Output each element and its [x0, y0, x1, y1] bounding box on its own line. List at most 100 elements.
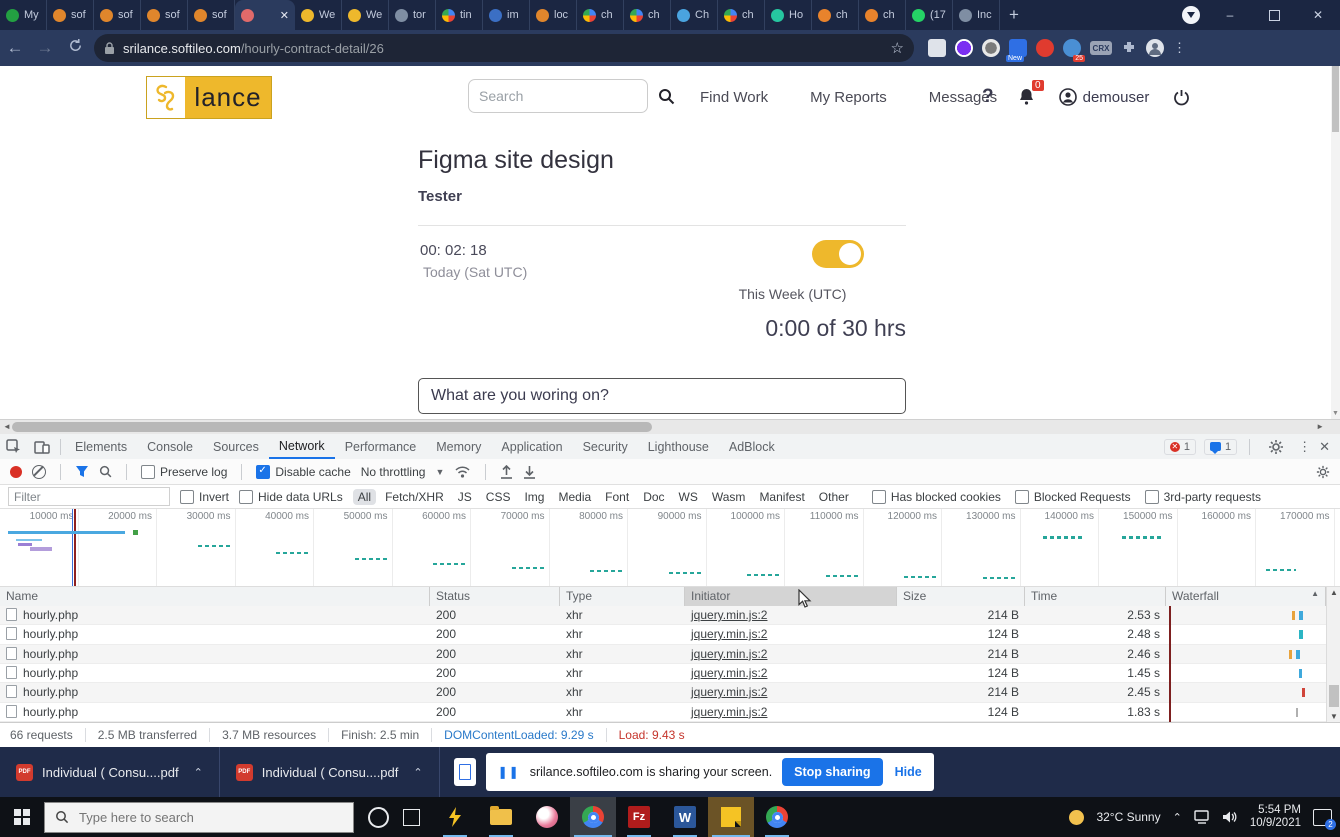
record-icon[interactable]: [10, 466, 22, 478]
forward-icon[interactable]: →: [30, 38, 60, 58]
address-bar[interactable]: srilance.softileo.com/hourly-contract-de…: [94, 34, 914, 62]
crx-extension-icon[interactable]: CRX: [1090, 41, 1112, 55]
page-horizontal-scrollbar[interactable]: ◄ ►: [0, 419, 1340, 434]
shield-extension-icon[interactable]: [928, 39, 946, 57]
download-item[interactable]: PDFIndividual ( Consu....pdf⌃: [220, 747, 440, 797]
column-header-type[interactable]: Type: [560, 587, 685, 606]
browser-tab[interactable]: We: [295, 0, 342, 30]
browser-menu-icon[interactable]: ⋮: [1173, 40, 1186, 56]
throttling-select[interactable]: No throttling: [361, 465, 426, 479]
browser-profile-avatar[interactable]: [1182, 6, 1200, 24]
initiator-link[interactable]: jquery.min.js:2: [691, 608, 767, 622]
window-maximize-button[interactable]: [1252, 0, 1296, 30]
export-har-icon[interactable]: [523, 465, 536, 479]
weather-text[interactable]: 32°C Sunny: [1096, 810, 1160, 824]
scroll-up-arrow-icon[interactable]: ▲: [1330, 588, 1338, 597]
initiator-link[interactable]: jquery.min.js:2: [691, 647, 767, 661]
purple-extension-icon[interactable]: [955, 39, 973, 57]
scroll-down-arrow-icon[interactable]: ▼: [1330, 712, 1338, 721]
network-request-row[interactable]: hourly.php200xhrjquery.min.js:2124 B2.48…: [0, 625, 1340, 644]
hscrollbar-thumb[interactable]: [12, 422, 652, 432]
browser-tab[interactable]: sof: [47, 0, 94, 30]
devtools-tab-sources[interactable]: Sources: [203, 434, 269, 459]
browser-tab[interactable]: My: [0, 0, 47, 30]
cell-initiator[interactable]: jquery.min.js:2: [685, 705, 897, 719]
initiator-link[interactable]: jquery.min.js:2: [691, 685, 767, 699]
filter-type-js[interactable]: JS: [453, 489, 477, 505]
taskbar-app-sticky-notes[interactable]: [708, 797, 754, 837]
disable-cache-checkbox[interactable]: Disable cache: [256, 465, 350, 479]
devtools-settings-gear-icon[interactable]: [1268, 439, 1284, 455]
scroll-right-arrow-icon[interactable]: ►: [1316, 422, 1324, 431]
filter-type-all[interactable]: All: [353, 489, 376, 505]
download-chevron-icon[interactable]: ⌃: [194, 766, 203, 779]
throttling-dropdown-icon[interactable]: ▼: [435, 467, 444, 477]
network-search-icon[interactable]: [99, 465, 112, 478]
volume-icon[interactable]: [1222, 810, 1238, 824]
browser-tab[interactable]: ch: [577, 0, 624, 30]
initiator-link[interactable]: jquery.min.js:2: [691, 627, 767, 641]
devtools-tab-adblock[interactable]: AdBlock: [719, 434, 785, 459]
browser-tab[interactable]: ch: [624, 0, 671, 30]
invert-checkbox[interactable]: Invert: [180, 490, 229, 504]
new-badge-extension-icon[interactable]: New: [1009, 39, 1027, 57]
sort-arrow-icon[interactable]: ▲: [1311, 589, 1319, 598]
hidden-icons-chevron[interactable]: ⌃: [1173, 811, 1182, 824]
hide-button[interactable]: Hide: [895, 765, 922, 779]
taskbar-app-sharex[interactable]: [432, 797, 478, 837]
task-input[interactable]: [418, 378, 906, 414]
site-logo[interactable]: lance: [146, 76, 272, 119]
cell-initiator[interactable]: jquery.min.js:2: [685, 627, 897, 641]
initiator-link[interactable]: jquery.min.js:2: [691, 705, 767, 719]
column-header-name[interactable]: Name: [0, 587, 430, 606]
filter-type-other[interactable]: Other: [814, 489, 854, 505]
clear-network-log-icon[interactable]: [32, 465, 46, 479]
site-search-input[interactable]: [468, 79, 648, 113]
taskbar-app-snip[interactable]: [524, 797, 570, 837]
task-view-icon[interactable]: [403, 809, 420, 826]
taskbar-search[interactable]: [44, 802, 354, 833]
filter-type-ws[interactable]: WS: [674, 489, 703, 505]
filter-type-img[interactable]: Img: [519, 489, 549, 505]
help-icon[interactable]: ?: [982, 86, 994, 108]
nav-link-find-work[interactable]: Find Work: [700, 89, 768, 106]
window-close-button[interactable]: ✕: [1296, 0, 1340, 30]
taskbar-clock[interactable]: 5:54 PM 10/9/2021: [1250, 804, 1301, 830]
bookmark-star-icon[interactable]: ☆: [891, 39, 904, 57]
browser-tab[interactable]: We: [342, 0, 389, 30]
devtools-tab-console[interactable]: Console: [137, 434, 203, 459]
scroll-left-arrow-icon[interactable]: ◄: [3, 422, 11, 431]
taskbar-app-file-explorer[interactable]: [478, 797, 524, 837]
devtools-close-icon[interactable]: ✕: [1319, 439, 1330, 455]
network-request-row[interactable]: hourly.php200xhrjquery.min.js:2124 B1.83…: [0, 703, 1340, 722]
filter-type-css[interactable]: CSS: [481, 489, 516, 505]
tab-close-icon[interactable]: ✕: [280, 9, 289, 22]
back-icon[interactable]: ←: [0, 38, 30, 58]
filter-extra-checkbox[interactable]: Has blocked cookies: [872, 490, 1001, 504]
taskbar-app-word[interactable]: W: [662, 797, 708, 837]
browser-tab[interactable]: ch: [718, 0, 765, 30]
taskbar-app-chrome-1[interactable]: [570, 797, 616, 837]
inspect-element-icon[interactable]: [6, 439, 22, 455]
filter-type-wasm[interactable]: Wasm: [707, 489, 751, 505]
browser-tab[interactable]: im: [483, 0, 530, 30]
action-center-icon[interactable]: 2: [1313, 809, 1332, 826]
filter-extra-checkbox[interactable]: 3rd-party requests: [1145, 490, 1261, 504]
download-item[interactable]: PDFIndividual ( Consu....pdf⌃: [0, 747, 220, 797]
devtools-tab-elements[interactable]: Elements: [65, 434, 137, 459]
devtools-tab-application[interactable]: Application: [491, 434, 572, 459]
window-minimize-button[interactable]: –: [1208, 0, 1252, 30]
network-status-icon[interactable]: [1194, 810, 1210, 824]
browser-tab[interactable]: sof: [188, 0, 235, 30]
column-header-time[interactable]: Time: [1025, 587, 1166, 606]
shared-doc-icon[interactable]: [454, 758, 476, 786]
logout-power-icon[interactable]: [1173, 89, 1190, 106]
cell-initiator[interactable]: jquery.min.js:2: [685, 647, 897, 661]
import-har-icon[interactable]: [500, 465, 513, 479]
stop-sharing-button[interactable]: Stop sharing: [782, 758, 882, 786]
filter-type-fetch-xhr[interactable]: Fetch/XHR: [380, 489, 449, 505]
network-conditions-icon[interactable]: [454, 465, 471, 479]
browser-tab[interactable]: sof: [141, 0, 188, 30]
network-request-row[interactable]: hourly.php200xhrjquery.min.js:2214 B2.46…: [0, 645, 1340, 664]
taskbar-app-filezilla[interactable]: Fz: [616, 797, 662, 837]
